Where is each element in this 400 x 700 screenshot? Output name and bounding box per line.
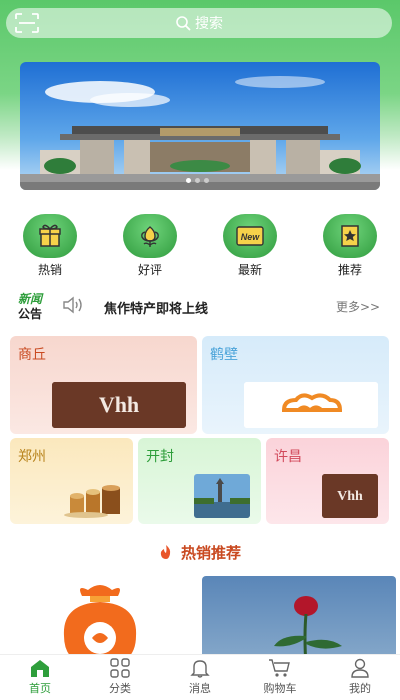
- flame-icon: [160, 545, 171, 559]
- quick-link-label: 热销: [37, 263, 62, 277]
- kaifeng-scenery-image: [194, 474, 250, 518]
- tab-home[interactable]: 首页: [10, 657, 70, 696]
- region-card-xuchang[interactable]: 许昌 Vhh: [266, 438, 389, 524]
- notice-more-link[interactable]: 更多>>: [336, 298, 380, 315]
- region-name: 许昌: [274, 449, 302, 465]
- tab-profile[interactable]: 我的: [330, 657, 390, 696]
- money-bag-image: [63, 585, 137, 666]
- category-grid-icon: [110, 658, 130, 678]
- region-name: 开封: [146, 449, 174, 465]
- brand-logo-text: Vhh: [99, 392, 139, 417]
- tab-label: 分类: [109, 682, 131, 695]
- section-title: 热销推荐: [0, 542, 400, 563]
- banner-indicator: [186, 178, 209, 183]
- banner-image: [20, 62, 380, 190]
- tab-label: 首页: [29, 682, 51, 695]
- quick-link-label: 推荐: [337, 263, 362, 277]
- region-name: 郑州: [18, 449, 46, 465]
- quick-link-label: 好评: [137, 263, 162, 277]
- product-card[interactable]: [202, 576, 396, 666]
- region-card-kaifeng[interactable]: 开封: [138, 438, 261, 524]
- section-title-text: 热销推荐: [180, 544, 241, 562]
- notice-tag-announcement: 公告: [18, 307, 43, 321]
- banner-dot: [186, 178, 191, 183]
- tab-category[interactable]: 分类: [90, 657, 150, 696]
- brand-logo-image: Vhh: [52, 382, 186, 428]
- home-icon: [31, 660, 49, 677]
- brand-logo-text: Vhh: [337, 489, 363, 504]
- banner-dot: [195, 178, 200, 183]
- gift-icon: [39, 224, 61, 247]
- flower-icon: [141, 226, 159, 247]
- tab-label: 消息: [189, 682, 211, 695]
- notice-text: 焦作特产即将上线: [104, 302, 209, 317]
- speaker-icon: [63, 296, 82, 314]
- quick-links: 热销 好评 New 最新 推荐: [0, 214, 400, 278]
- search-icon: [176, 16, 191, 31]
- product-card[interactable]: [4, 576, 194, 666]
- tab-label: 购物车: [263, 682, 297, 695]
- banner-carousel[interactable]: [20, 62, 380, 190]
- rose-image: [274, 596, 342, 666]
- cart-icon: [269, 659, 290, 677]
- tab-messages[interactable]: 消息: [170, 657, 230, 696]
- quick-link-hot[interactable]: 热销: [15, 214, 85, 278]
- tab-label: 我的: [349, 682, 371, 695]
- star-bookmark-icon: [341, 225, 359, 247]
- search-label: 搜索: [195, 16, 223, 32]
- notice-bar[interactable]: 新闻 公告 焦作特产即将上线 更多>>: [0, 286, 400, 324]
- grain-products-image: [64, 478, 126, 518]
- quick-link-newest[interactable]: New 最新: [215, 214, 285, 278]
- scan-icon[interactable]: [14, 12, 40, 34]
- new-badge-icon: New: [236, 226, 264, 246]
- quick-link-good-review[interactable]: 好评: [115, 214, 185, 278]
- tab-cart[interactable]: 购物车: [250, 657, 310, 696]
- new-badge-text: New: [241, 232, 261, 242]
- quick-link-label: 最新: [237, 263, 262, 277]
- bottom-tab-bar: 首页 分类 消息 购物车 我的: [0, 654, 400, 700]
- region-card-hebi[interactable]: 鹤壁: [202, 336, 389, 434]
- search-bar[interactable]: 搜索: [6, 8, 392, 38]
- region-card-zhengzhou[interactable]: 郑州: [10, 438, 133, 524]
- bell-icon: [190, 660, 210, 678]
- user-icon: [351, 658, 369, 678]
- region-name: 商丘: [18, 347, 46, 363]
- cloud-logo-image: [244, 382, 378, 428]
- banner-dot: [204, 178, 209, 183]
- quick-link-recommend[interactable]: 推荐: [315, 214, 385, 278]
- brand-logo-image: Vhh: [322, 474, 378, 518]
- region-card-shangqiu[interactable]: 商丘 Vhh: [10, 336, 197, 434]
- region-name: 鹤壁: [210, 347, 238, 363]
